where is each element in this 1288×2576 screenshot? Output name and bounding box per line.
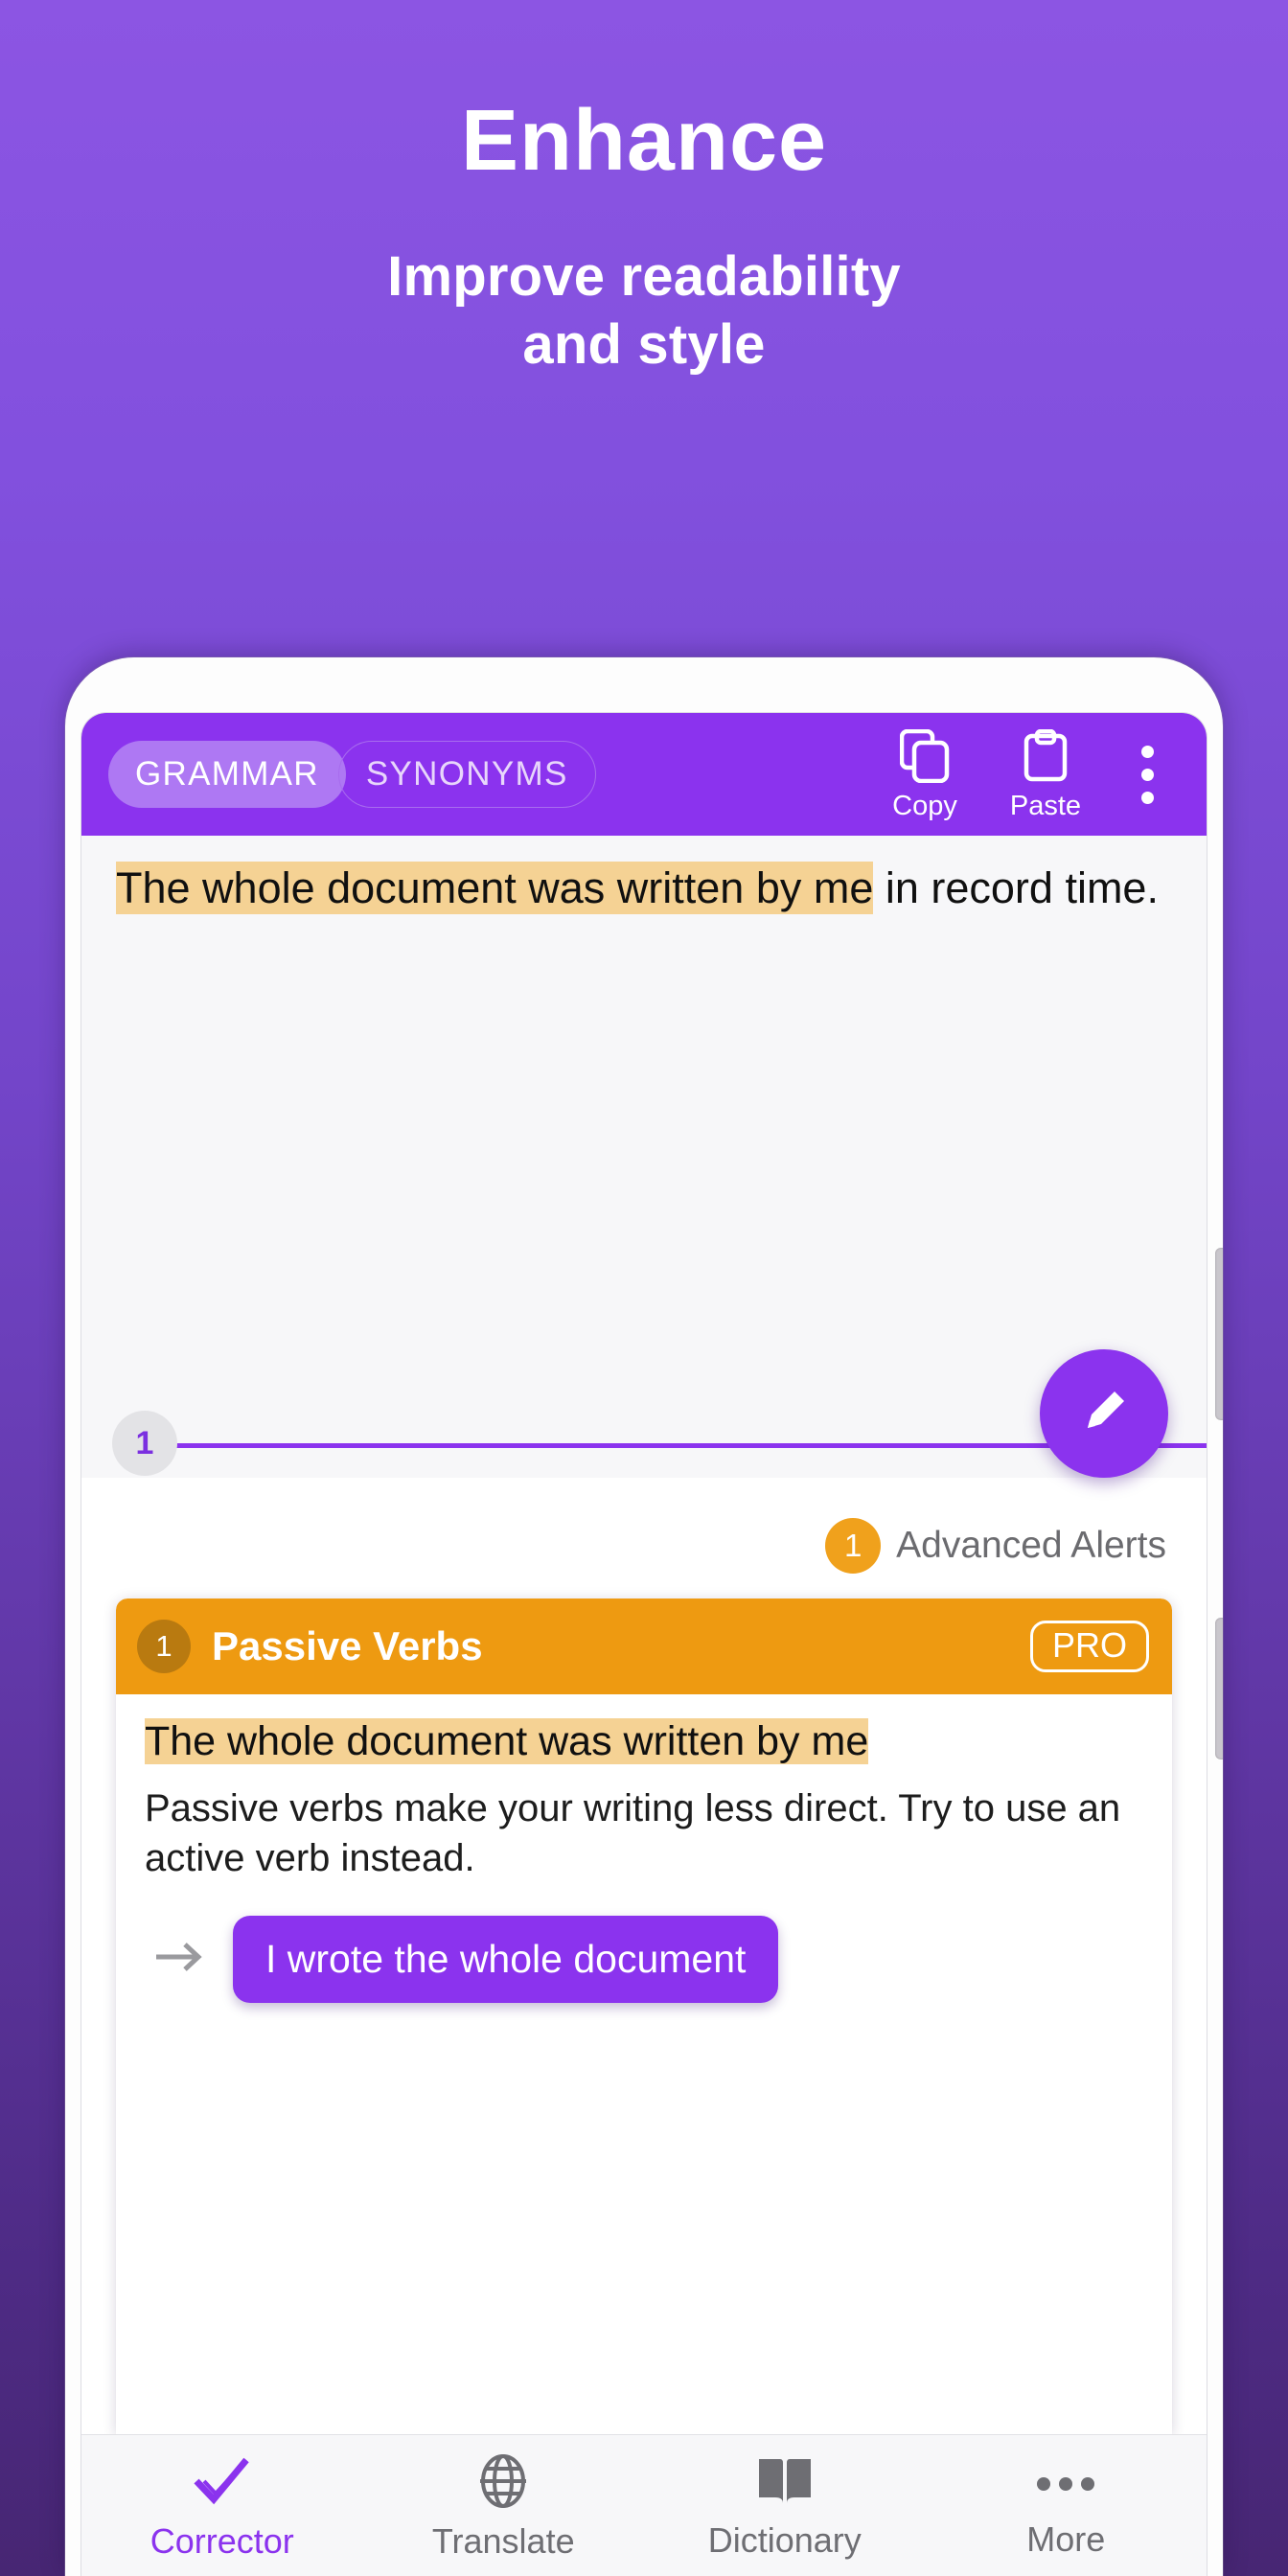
alert-card-header: 1 Passive Verbs PRO	[116, 1598, 1172, 1694]
alert-card-title: Passive Verbs	[212, 1623, 483, 1668]
copy-button[interactable]: Copy	[871, 728, 978, 821]
nav-label-corrector: Corrector	[150, 2521, 294, 2561]
open-book-icon	[754, 2453, 816, 2514]
editor-text[interactable]: The whole document was written by me in …	[116, 861, 1172, 915]
alerts-label: Advanced Alerts	[896, 1525, 1166, 1566]
copy-icon	[899, 728, 950, 788]
nav-label-dictionary: Dictionary	[707, 2520, 862, 2560]
tab-grammar[interactable]: GRAMMAR	[108, 741, 346, 808]
bottom-navigation: Corrector Translate Dictionary More	[81, 2434, 1207, 2576]
editor-divider-area: 1	[81, 1349, 1207, 1478]
globe-icon	[474, 2452, 532, 2515]
tab-synonyms[interactable]: SYNONYMS	[337, 741, 596, 808]
alerts-count-badge: 1	[825, 1518, 882, 1574]
editor-highlighted-text[interactable]: The whole document was written by me	[116, 862, 874, 914]
app-toolbar: GRAMMAR SYNONYMS Copy Paste	[81, 713, 1207, 836]
alerts-section: 1 Advanced Alerts 1 Passive Verbs PRO Th…	[81, 1478, 1207, 2434]
alert-card-body: The whole document was written by me Pas…	[116, 1694, 1172, 2004]
alert-explanation: Passive verbs make your writing less dir…	[145, 1787, 1121, 1880]
suggestion-row: I wrote the whole document	[145, 1916, 1143, 2004]
text-editor[interactable]: The whole document was written by me in …	[81, 836, 1207, 1411]
arrow-right-icon	[152, 1937, 206, 1982]
editor-divider	[116, 1443, 1207, 1448]
promo-subtitle-line2: and style	[522, 312, 766, 376]
suggestion-chip[interactable]: I wrote the whole document	[233, 1916, 779, 2004]
phone-side-button-volume[interactable]	[1215, 1248, 1223, 1420]
pencil-icon	[1074, 1382, 1134, 1446]
paste-icon	[1021, 728, 1070, 788]
phone-side-button-power[interactable]	[1215, 1618, 1223, 1760]
promo-header: Enhance Improve readability and style	[0, 0, 1288, 380]
nav-label-translate: Translate	[431, 2521, 575, 2561]
nav-item-dictionary[interactable]: Dictionary	[644, 2453, 926, 2558]
nav-item-corrector[interactable]: Corrector	[81, 2452, 363, 2559]
alert-card[interactable]: 1 Passive Verbs PRO The whole document w…	[116, 1598, 1172, 2434]
nav-label-more: More	[1026, 2518, 1106, 2559]
promo-subtitle: Improve readability and style	[0, 243, 1288, 380]
edit-fab-button[interactable]	[1040, 1349, 1168, 1478]
alert-card-badge: 1	[137, 1620, 191, 1673]
alert-quote-text: The whole document was written by me	[145, 1718, 869, 1764]
double-check-icon	[191, 2452, 254, 2515]
divider-count-badge: 1	[112, 1411, 177, 1476]
pro-badge[interactable]: PRO	[1029, 1620, 1149, 1673]
promo-subtitle-line1: Improve readability	[387, 245, 901, 308]
overflow-menu-icon[interactable]	[1116, 728, 1178, 820]
promo-title: Enhance	[460, 93, 828, 189]
nav-item-translate[interactable]: Translate	[363, 2452, 645, 2559]
paste-label: Paste	[1009, 790, 1082, 821]
app-screen: GRAMMAR SYNONYMS Copy Paste The whole do…	[81, 713, 1207, 2576]
toolbar-actions: Copy Paste	[871, 728, 1178, 820]
copy-label: Copy	[892, 790, 957, 821]
editor-rest-text[interactable]: in record time.	[873, 863, 1159, 912]
phone-mockup: GRAMMAR SYNONYMS Copy Paste The whole do…	[65, 657, 1223, 2576]
alert-quote: The whole document was written by me	[145, 1715, 1143, 1768]
nav-item-more[interactable]: More	[926, 2455, 1208, 2557]
ellipsis-icon	[1037, 2455, 1095, 2513]
alerts-header: 1 Advanced Alerts	[81, 1478, 1207, 1598]
paste-button[interactable]: Paste	[992, 728, 1099, 821]
